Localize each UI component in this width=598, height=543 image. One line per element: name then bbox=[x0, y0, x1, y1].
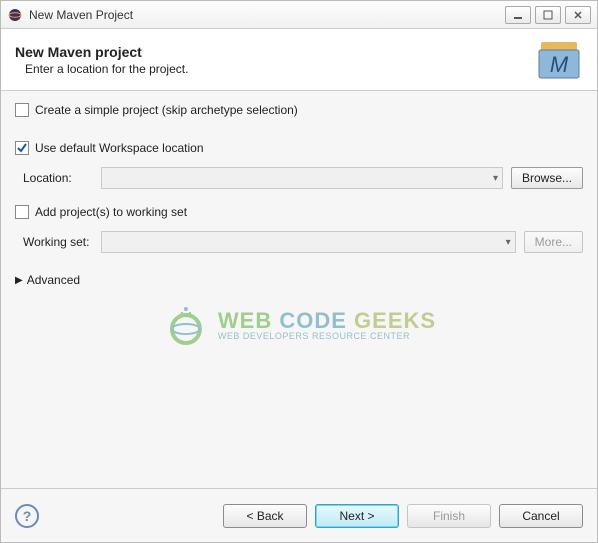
minimize-button[interactable] bbox=[505, 6, 531, 24]
maximize-button[interactable] bbox=[535, 6, 561, 24]
advanced-label: Advanced bbox=[27, 273, 80, 287]
footer: ? < Back Next > Finish Cancel bbox=[1, 488, 597, 542]
help-icon[interactable]: ? bbox=[15, 504, 39, 528]
titlebar: New Maven Project bbox=[1, 1, 597, 29]
default-workspace-label: Use default Workspace location bbox=[35, 141, 204, 155]
working-set-combo: ▾ bbox=[101, 231, 516, 253]
simple-project-row: Create a simple project (skip archetype … bbox=[15, 103, 583, 117]
simple-project-label: Create a simple project (skip archetype … bbox=[35, 103, 298, 117]
location-label: Location: bbox=[23, 171, 93, 185]
advanced-toggle[interactable]: ▶ Advanced bbox=[15, 273, 583, 287]
banner-heading: New Maven project bbox=[15, 44, 535, 60]
browse-button[interactable]: Browse... bbox=[511, 167, 583, 189]
window-controls bbox=[505, 6, 591, 24]
back-button[interactable]: < Back bbox=[223, 504, 307, 528]
location-combo[interactable]: ▾ bbox=[101, 167, 503, 189]
working-set-label: Working set: bbox=[23, 235, 93, 249]
location-row: Location: ▾ Browse... bbox=[23, 167, 583, 189]
banner-subtext: Enter a location for the project. bbox=[15, 62, 535, 76]
chevron-down-icon: ▾ bbox=[493, 173, 498, 184]
next-button[interactable]: Next > bbox=[315, 504, 399, 528]
banner: New Maven project Enter a location for t… bbox=[1, 29, 597, 91]
working-set-checkbox[interactable] bbox=[15, 205, 29, 219]
working-set-row: Working set: ▾ More... bbox=[23, 231, 583, 253]
content-area: Create a simple project (skip archetype … bbox=[1, 91, 597, 488]
chevron-down-icon: ▾ bbox=[506, 237, 511, 248]
more-button: More... bbox=[524, 231, 583, 253]
default-workspace-row: Use default Workspace location bbox=[15, 141, 583, 155]
eclipse-icon bbox=[7, 7, 23, 23]
close-button[interactable] bbox=[565, 6, 591, 24]
finish-button: Finish bbox=[407, 504, 491, 528]
working-set-checkbox-label: Add project(s) to working set bbox=[35, 205, 187, 219]
watermark-title: WEB CODE GEEKS bbox=[218, 310, 436, 332]
cancel-button[interactable]: Cancel bbox=[499, 504, 583, 528]
window-title: New Maven Project bbox=[29, 8, 499, 22]
maven-icon: M bbox=[535, 36, 583, 84]
triangle-right-icon: ▶ bbox=[15, 275, 23, 286]
dialog-window: New Maven Project New Maven project Ente… bbox=[0, 0, 598, 543]
default-workspace-checkbox[interactable] bbox=[15, 141, 29, 155]
working-set-checkbox-row: Add project(s) to working set bbox=[15, 205, 583, 219]
svg-text:M: M bbox=[550, 52, 569, 77]
watermark-subtitle: WEB DEVELOPERS RESOURCE CENTER bbox=[218, 332, 436, 341]
simple-project-checkbox[interactable] bbox=[15, 103, 29, 117]
watermark: WEB CODE GEEKS WEB DEVELOPERS RESOURCE C… bbox=[162, 301, 436, 349]
